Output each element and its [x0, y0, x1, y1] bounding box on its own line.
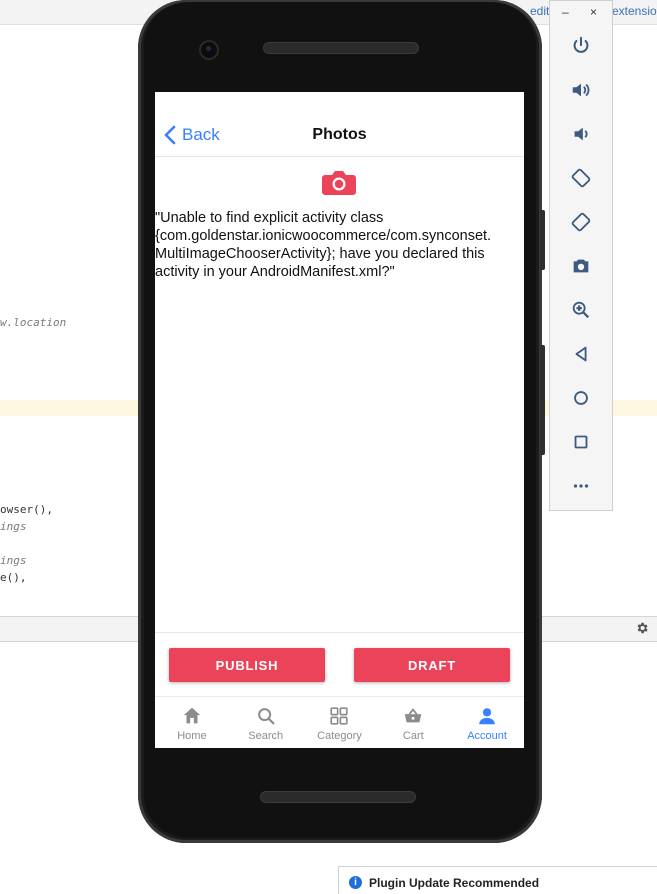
tab-home[interactable]: Home	[155, 697, 229, 748]
code-line: ings	[0, 554, 27, 567]
app-screen: Back Photos "Unable to find explicit act…	[155, 92, 524, 748]
tab-label: Cart	[402, 730, 424, 742]
code-line: e(),	[0, 571, 27, 584]
code-line: w.location	[0, 316, 67, 329]
error-message: "Unable to find explicit activity class …	[155, 210, 492, 280]
ide-tab-extension[interactable]: extensio	[612, 4, 657, 18]
publish-button[interactable]: PUBLISH	[169, 648, 325, 682]
rotate-right-icon[interactable]	[568, 209, 594, 235]
camera-icon	[322, 171, 356, 195]
code-line: ings	[0, 520, 27, 533]
plugin-notification[interactable]: i Plugin Update Recommended	[338, 866, 657, 894]
tab-search[interactable]: Search	[229, 697, 303, 748]
screenshot-icon[interactable]	[568, 253, 594, 279]
overview-icon[interactable]	[568, 429, 594, 455]
info-icon: i	[349, 876, 362, 889]
minimize-button[interactable]: –	[562, 5, 569, 19]
tab-label: Category	[317, 730, 362, 742]
person-icon	[479, 708, 495, 725]
volume-down-icon[interactable]	[568, 121, 594, 147]
phone-side-button	[540, 210, 545, 270]
gear-icon[interactable]	[635, 621, 649, 635]
tab-account[interactable]: Account	[450, 697, 524, 748]
add-photo-button[interactable]	[321, 168, 357, 198]
emulator-toolbar: – ×	[549, 0, 613, 511]
phone-speaker-bottom	[260, 791, 416, 803]
page-title: Photos	[312, 126, 367, 143]
rotate-left-icon[interactable]	[568, 165, 594, 191]
phone-side-button	[540, 345, 545, 455]
tab-label: Search	[248, 730, 284, 742]
search-icon	[257, 708, 275, 725]
home-icon[interactable]	[568, 385, 594, 411]
grid-icon	[330, 707, 349, 725]
back-icon[interactable]	[568, 341, 594, 367]
app-header: Back Photos	[155, 92, 524, 157]
tab-label: Account	[467, 730, 507, 742]
close-button[interactable]: ×	[590, 5, 597, 19]
home-icon	[183, 707, 201, 724]
notification-text: Plugin Update Recommended	[369, 876, 540, 890]
draft-button[interactable]: DRAFT	[354, 648, 510, 682]
more-icon[interactable]	[568, 473, 594, 499]
code-line: owser(),	[0, 503, 53, 516]
tab-bar: Home Search Category Cart Account	[155, 696, 524, 748]
volume-up-icon[interactable]	[568, 77, 594, 103]
power-icon[interactable]	[568, 33, 594, 59]
front-camera	[199, 40, 219, 60]
basket-icon	[405, 708, 422, 723]
zoom-icon[interactable]	[568, 297, 594, 323]
phone-speaker	[263, 42, 419, 54]
action-bar: PUBLISH DRAFT	[155, 632, 524, 697]
tab-label: Home	[177, 730, 207, 742]
tab-category[interactable]: Category	[303, 697, 377, 748]
tab-cart[interactable]: Cart	[376, 697, 450, 748]
